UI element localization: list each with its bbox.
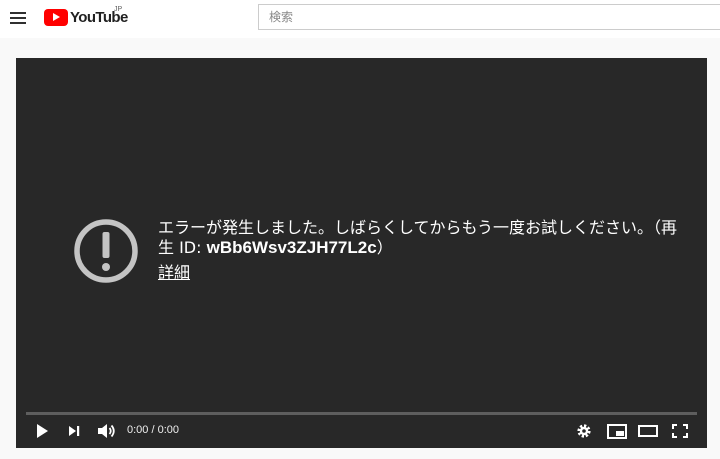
fullscreen-icon [672,424,688,438]
miniplayer-icon [607,424,627,439]
play-button[interactable] [33,420,51,442]
time-display: 0:00 / 0:00 [127,424,179,436]
volume-icon [98,424,115,438]
fullscreen-button[interactable] [670,420,690,442]
menu-icon[interactable] [6,6,30,30]
error-message: エラーが発生しました。しばらくしてからもう一度お試しください。（再生 ID: w… [158,218,678,258]
miniplayer-button[interactable] [606,420,628,442]
video-player[interactable]: エラーが発生しました。しばらくしてからもう一度お試しください。（再生 ID: w… [16,58,707,448]
error-icon [74,219,138,283]
mute-button[interactable] [96,420,118,442]
progress-bar[interactable] [26,412,697,415]
search-box[interactable] [258,4,720,30]
error-details-link[interactable]: 詳細 [158,259,190,283]
theater-icon [638,425,658,437]
youtube-play-logo-icon [44,9,68,26]
next-button[interactable] [65,420,83,442]
masthead: YouTube JP [0,0,720,38]
error-message-end: ） [376,238,393,257]
search-input[interactable] [259,5,720,29]
logo-region: JP [114,6,123,13]
next-icon [69,426,80,436]
settings-button[interactable] [575,420,593,442]
playback-id: wBb6Wsv3ZJH77L2c [206,238,377,257]
settings-icon [577,424,591,438]
theater-mode-button[interactable] [637,420,659,442]
play-icon [37,424,48,438]
